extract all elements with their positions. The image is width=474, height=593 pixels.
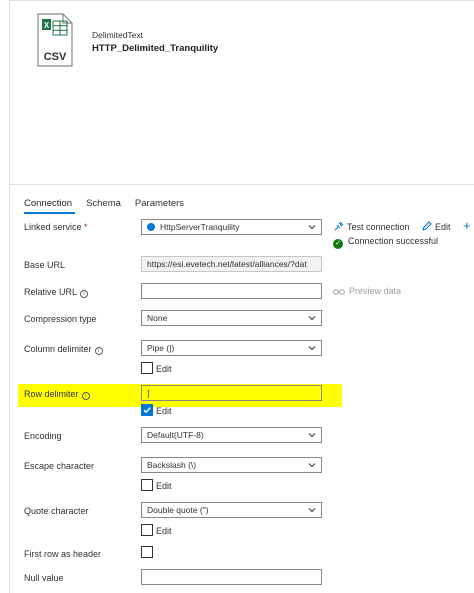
chevron-down-icon	[308, 346, 316, 351]
new-linked-service-button[interactable]: +	[463, 218, 471, 233]
escape-character-edit-label: Edit	[156, 481, 172, 491]
info-icon[interactable]: i	[81, 392, 90, 400]
first-row-header-checkbox[interactable]	[141, 546, 153, 558]
row-delimiter-edit-label: Edit	[156, 406, 172, 416]
csv-icon-label: CSV	[44, 51, 67, 63]
row-delimiter-edit-checkbox[interactable]	[141, 404, 153, 416]
column-delimiter-select[interactable]: Pipe (|)	[141, 340, 322, 356]
pencil-icon	[422, 221, 432, 231]
tab-bar: Connection Schema Parameters	[24, 198, 184, 209]
null-value-input[interactable]	[141, 569, 322, 585]
csv-file-icon: X CSV	[37, 13, 73, 67]
column-delimiter-edit-checkbox[interactable]	[141, 362, 153, 374]
quote-character-edit-checkbox[interactable]	[141, 524, 153, 536]
linked-service-select[interactable]: HttpServerTranquility	[141, 219, 322, 235]
chevron-down-icon	[308, 463, 316, 468]
glasses-icon	[333, 289, 345, 295]
column-delimiter-label: Column delimiter i	[24, 344, 103, 355]
tab-schema[interactable]: Schema	[86, 198, 121, 209]
preview-data-button[interactable]: Preview data	[333, 286, 401, 296]
first-row-header-label: First row as header	[24, 549, 102, 559]
encoding-label: Encoding	[24, 431, 62, 441]
info-icon[interactable]: i	[80, 290, 89, 298]
connection-status: ✓ Connection successful	[333, 236, 438, 249]
quote-character-select[interactable]: Double quote (")	[141, 502, 322, 518]
base-url-field: https://esi.evetech.net/latest/alliances…	[141, 256, 322, 272]
dataset-type: DelimitedText	[92, 30, 144, 40]
escape-character-label: Escape character	[24, 461, 95, 471]
active-tab-indicator	[24, 212, 75, 214]
null-value-label: Null value	[24, 573, 64, 583]
relative-url-input[interactable]	[141, 283, 322, 299]
compression-type-select[interactable]: None	[141, 310, 322, 326]
dataset-name: HTTP_Delimited_Tranquility	[92, 43, 219, 54]
linked-service-icon	[147, 223, 155, 231]
svg-text:X: X	[44, 21, 50, 30]
column-delimiter-edit-label: Edit	[156, 364, 172, 374]
compression-type-label: Compression type	[24, 314, 97, 324]
base-url-label: Base URL	[24, 260, 66, 270]
quote-character-edit-label: Edit	[156, 526, 172, 536]
chevron-down-icon	[308, 225, 316, 230]
info-icon[interactable]: i	[94, 347, 103, 355]
dataset-header-area	[9, 0, 474, 184]
relative-url-label: Relative URL i	[24, 287, 89, 298]
row-delimiter-input[interactable]: ]	[141, 385, 322, 401]
edit-linked-service-button[interactable]: Edit	[421, 221, 451, 232]
linked-service-label: Linked service *	[24, 222, 88, 232]
quote-character-label: Quote character	[24, 506, 89, 516]
row-delimiter-label: Row delimiter i	[24, 389, 90, 400]
test-connection-button[interactable]: Test connection	[333, 221, 410, 232]
checkmark-circle-icon: ✓	[333, 239, 343, 249]
tab-parameters[interactable]: Parameters	[135, 198, 184, 209]
tab-connection[interactable]: Connection	[24, 198, 72, 209]
required-mark: *	[84, 222, 88, 232]
plug-icon	[334, 221, 344, 231]
checkmark-icon	[143, 407, 151, 414]
chevron-down-icon	[308, 433, 316, 438]
encoding-select[interactable]: Default(UTF-8)	[141, 427, 322, 443]
chevron-down-icon	[308, 508, 316, 513]
escape-character-select[interactable]: Backslash (\)	[141, 457, 322, 473]
chevron-down-icon	[308, 316, 316, 321]
escape-character-edit-checkbox[interactable]	[141, 479, 153, 491]
